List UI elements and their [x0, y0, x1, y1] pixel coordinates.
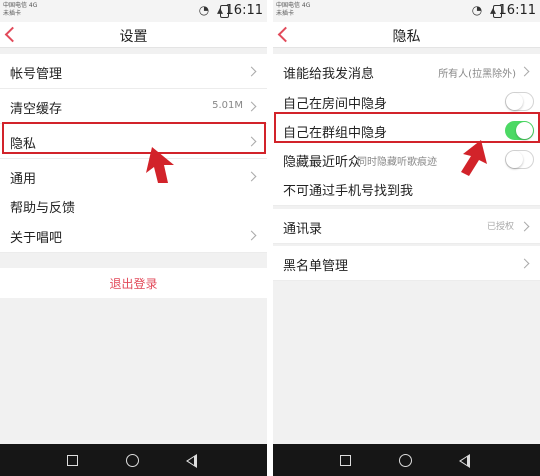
row-label: 关于唱吧	[10, 231, 63, 246]
logout-label: 退出登录	[109, 277, 158, 291]
logout-button[interactable]: 退出登录	[0, 268, 267, 298]
nav-circle-icon[interactable]	[399, 454, 412, 467]
carrier-info: 中国电信 4G 未插卡	[3, 2, 37, 18]
chevron-right-icon	[519, 221, 530, 232]
nav-square-icon[interactable]	[67, 455, 78, 466]
chevron-right-icon	[246, 230, 257, 241]
carrier-name: 中国电信 4G	[276, 2, 311, 9]
toggle-switch[interactable]	[505, 150, 534, 169]
message-permission-value: 所有人(拉黑除外)	[438, 69, 516, 80]
top-navbar: 隐私	[273, 22, 540, 48]
page-title: 设置	[119, 29, 148, 45]
sim-status: 未插卡	[3, 10, 22, 17]
row-label: 通用	[10, 172, 37, 187]
nav-back-icon[interactable]	[186, 454, 197, 468]
red-arrow-annotation	[461, 140, 487, 176]
privacy-screen: 中国电信 4G 未插卡 ◔ ▴ 16:11 隐私 谁能给我发消息 所有人(拉黑除…	[273, 0, 540, 476]
red-arrow-annotation	[146, 147, 174, 183]
top-navbar: 设置	[0, 22, 267, 48]
chevron-right-icon	[519, 66, 530, 77]
row-label: 隐藏最近听众	[283, 155, 362, 170]
settings-item-account[interactable]: 帐号管理	[0, 54, 267, 89]
toggle-switch[interactable]	[505, 92, 534, 111]
chevron-right-icon	[519, 258, 530, 269]
highlight-box	[274, 112, 540, 143]
settings-item-clear-cache[interactable]: 清空缓存 5.01M	[0, 89, 267, 124]
privacy-item-contacts[interactable]: 通讯录 已授权	[273, 209, 540, 244]
status-clock: 16:11	[225, 3, 263, 18]
row-label: 自己在房间中隐身	[283, 97, 388, 112]
highlight-box	[2, 122, 266, 154]
status-bar: 中国电信 4G 未插卡 ◔ ▴ 16:11	[273, 0, 540, 22]
row-label: 清空缓存	[10, 102, 63, 117]
nav-circle-icon[interactable]	[126, 454, 139, 467]
chevron-right-icon	[246, 101, 257, 112]
page-title: 隐私	[392, 29, 421, 45]
settings-screen: 中国电信 4G 未插卡 ◔ ▴ 16:11 设置 帐号管理 清空缓存 5.01M…	[0, 0, 267, 476]
contacts-status: 已授权	[486, 222, 514, 232]
privacy-item-blacklist[interactable]: 黑名单管理	[273, 246, 540, 281]
row-label: 不可通过手机号找到我	[283, 184, 414, 199]
row-label: 帮助与反馈	[10, 201, 76, 216]
row-label: 通讯录	[283, 222, 323, 237]
android-nav-bar	[273, 444, 540, 476]
status-clock: 16:11	[498, 3, 536, 18]
settings-item-about[interactable]: 关于唱吧	[0, 218, 267, 253]
cache-size: 5.01M	[212, 100, 243, 111]
chevron-right-icon	[246, 171, 257, 182]
toggle-knob	[506, 93, 523, 110]
privacy-item-no-phone-search[interactable]: 不可通过手机号找到我	[273, 171, 540, 206]
row-label: 谁能给我发消息	[283, 67, 375, 82]
chevron-right-icon	[246, 66, 257, 77]
carrier-info: 中国电信 4G 未插卡	[276, 2, 310, 18]
toggle-knob	[506, 151, 523, 168]
status-bar: 中国电信 4G 未插卡 ◔ ▴ 16:11	[0, 0, 267, 22]
row-label: 黑名单管理	[283, 259, 349, 274]
row-sublabel: 同时隐藏听歌痕迹	[357, 157, 437, 168]
sim-status: 未插卡	[276, 10, 295, 17]
carrier-name: 中国电信 4G	[3, 2, 38, 9]
nav-back-icon[interactable]	[459, 454, 470, 468]
android-nav-bar	[0, 444, 267, 476]
row-label: 帐号管理	[10, 67, 63, 82]
nav-square-icon[interactable]	[340, 455, 351, 466]
